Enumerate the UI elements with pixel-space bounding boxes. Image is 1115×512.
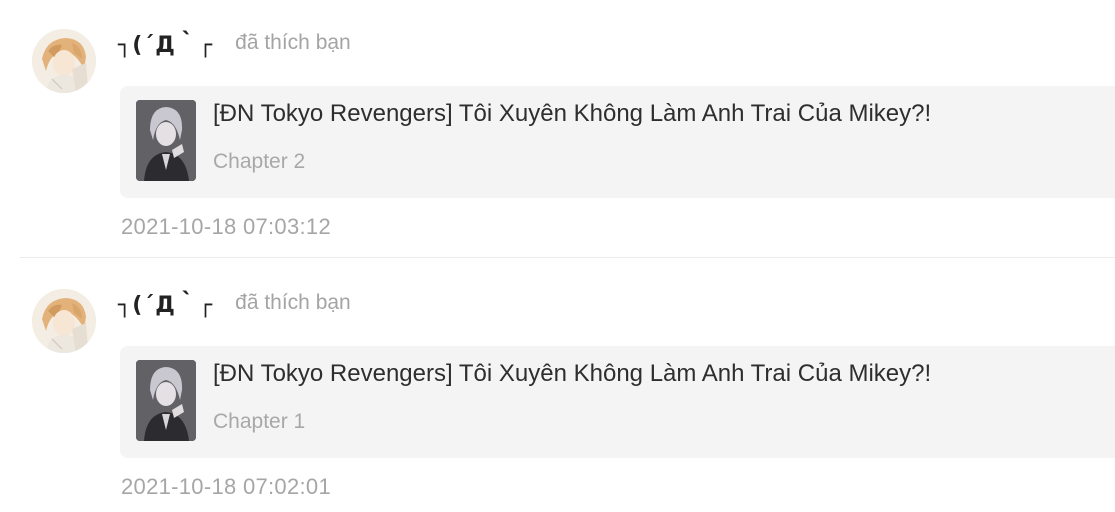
chapter-label[interactable]: Chapter 1: [213, 410, 305, 434]
story-cover-thumbnail: [136, 100, 196, 181]
story-card[interactable]: [ĐN Tokyo Revengers] Tôi Xuyên Không Làm…: [120, 86, 1115, 198]
notification-header: ┐(´Д｀┌ đã thích bạn: [118, 286, 351, 320]
story-cover-thumbnail: [136, 360, 196, 441]
story-card[interactable]: [ĐN Tokyo Revengers] Tôi Xuyên Không Làm…: [120, 346, 1115, 458]
story-title[interactable]: [ĐN Tokyo Revengers] Tôi Xuyên Không Làm…: [213, 100, 931, 128]
username-link[interactable]: ┐(´Д｀┌: [118, 27, 213, 59]
notification-feed: ┐(´Д｀┌ đã thích bạn [ĐN Tokyo Revengers]…: [0, 0, 1115, 512]
chapter-label[interactable]: Chapter 2: [213, 150, 305, 174]
notification-header: ┐(´Д｀┌ đã thích bạn: [118, 26, 351, 60]
divider: [20, 257, 1115, 258]
notification-item: ┐(´Д｀┌ đã thích bạn [ĐN Tokyo Revengers]…: [0, 260, 1115, 512]
notification-item: ┐(´Д｀┌ đã thích bạn [ĐN Tokyo Revengers]…: [0, 0, 1115, 258]
timestamp: 2021-10-18 07:02:01: [121, 474, 331, 499]
avatar[interactable]: [32, 289, 96, 353]
username-link[interactable]: ┐(´Д｀┌: [118, 287, 213, 319]
story-title[interactable]: [ĐN Tokyo Revengers] Tôi Xuyên Không Làm…: [213, 360, 931, 388]
action-text: đã thích bạn: [235, 291, 351, 314]
timestamp: 2021-10-18 07:03:12: [121, 214, 331, 239]
avatar[interactable]: [32, 29, 96, 93]
action-text: đã thích bạn: [235, 31, 351, 54]
